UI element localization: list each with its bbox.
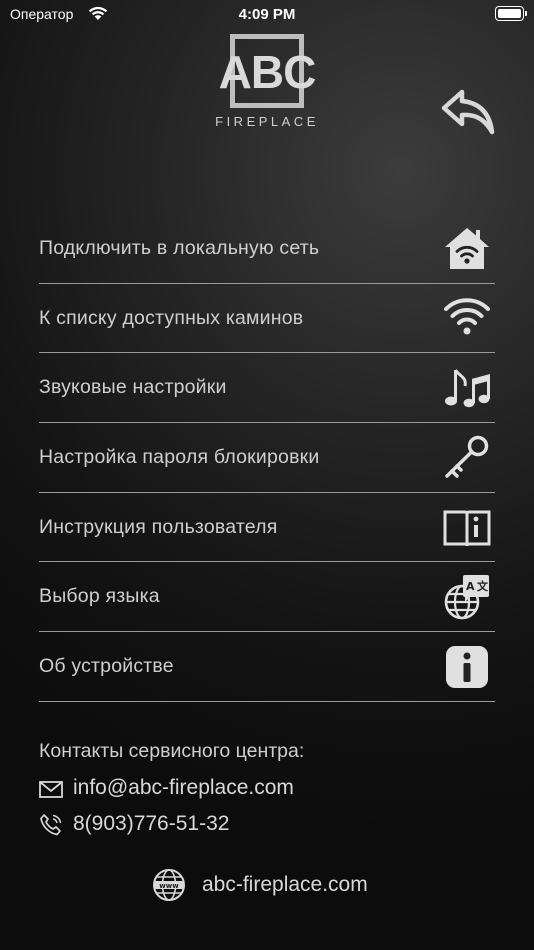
- menu-item-about-device[interactable]: Об устройстве: [39, 632, 495, 702]
- battery-icon: [495, 6, 527, 21]
- svg-text:A: A: [466, 580, 475, 593]
- menu-item-label: Инструкция пользователя: [39, 515, 278, 538]
- menu-item-label: К списку доступных каминов: [39, 306, 304, 329]
- menu-item-label: Об устройстве: [39, 655, 174, 678]
- logo-subtitle: FIREPLACE: [215, 114, 319, 129]
- menu-item-language[interactable]: Выбор языка A 文: [39, 562, 495, 633]
- menu-item-label: Подключить в локальную сеть: [39, 237, 320, 259]
- menu-item-label: Настройка пароля блокировки: [39, 446, 320, 469]
- settings-menu: Подключить в локальную сеть К списку дос…: [39, 214, 495, 702]
- phone-icon: [40, 814, 62, 836]
- contacts-title: Контакты сервисного центра:: [39, 740, 305, 762]
- status-bar: Оператор 4:09 PM: [0, 0, 534, 30]
- contacts-section: Контакты сервисного центра: info@abc-fir…: [39, 740, 499, 836]
- svg-text:文: 文: [477, 579, 489, 593]
- menu-item-user-manual[interactable]: Инструкция пользователя: [39, 493, 495, 563]
- logo-text: ABC: [218, 46, 317, 98]
- info-icon: [446, 646, 488, 689]
- www-icon-text: www: [159, 882, 179, 890]
- back-arrow-icon: [441, 89, 495, 135]
- book-info-icon: [443, 510, 491, 546]
- status-time: 4:09 PM: [238, 6, 296, 23]
- menu-item-fireplace-list[interactable]: К списку доступных каминов: [39, 284, 495, 354]
- phone-text: 8(903)776-51-32: [73, 812, 230, 835]
- menu-item-sound-settings[interactable]: Звуковые настройки: [39, 353, 495, 424]
- key-icon: [445, 435, 489, 478]
- menu-item-lock-password[interactable]: Настройка пароля блокировки: [39, 423, 495, 493]
- back-button[interactable]: [440, 88, 496, 136]
- menu-item-label: Выбор языка: [39, 585, 160, 608]
- menu-item-label: Звуковые настройки: [39, 376, 227, 399]
- menu-item-local-network[interactable]: Подключить в локальную сеть: [39, 214, 495, 284]
- email-text: info@abc-fireplace.com: [73, 776, 294, 799]
- globe-www-icon: www: [153, 869, 185, 901]
- home-wifi-icon: [445, 228, 489, 269]
- mail-icon: [39, 781, 63, 798]
- website-url: abc-fireplace.com: [202, 873, 368, 896]
- wifi-icon: [444, 297, 490, 335]
- website-link[interactable]: www abc-fireplace.com: [152, 866, 392, 902]
- music-notes-icon: [445, 369, 490, 408]
- globe-language-icon: A 文: [444, 575, 489, 620]
- brand-logo: ABC FIREPLACE: [213, 30, 325, 130]
